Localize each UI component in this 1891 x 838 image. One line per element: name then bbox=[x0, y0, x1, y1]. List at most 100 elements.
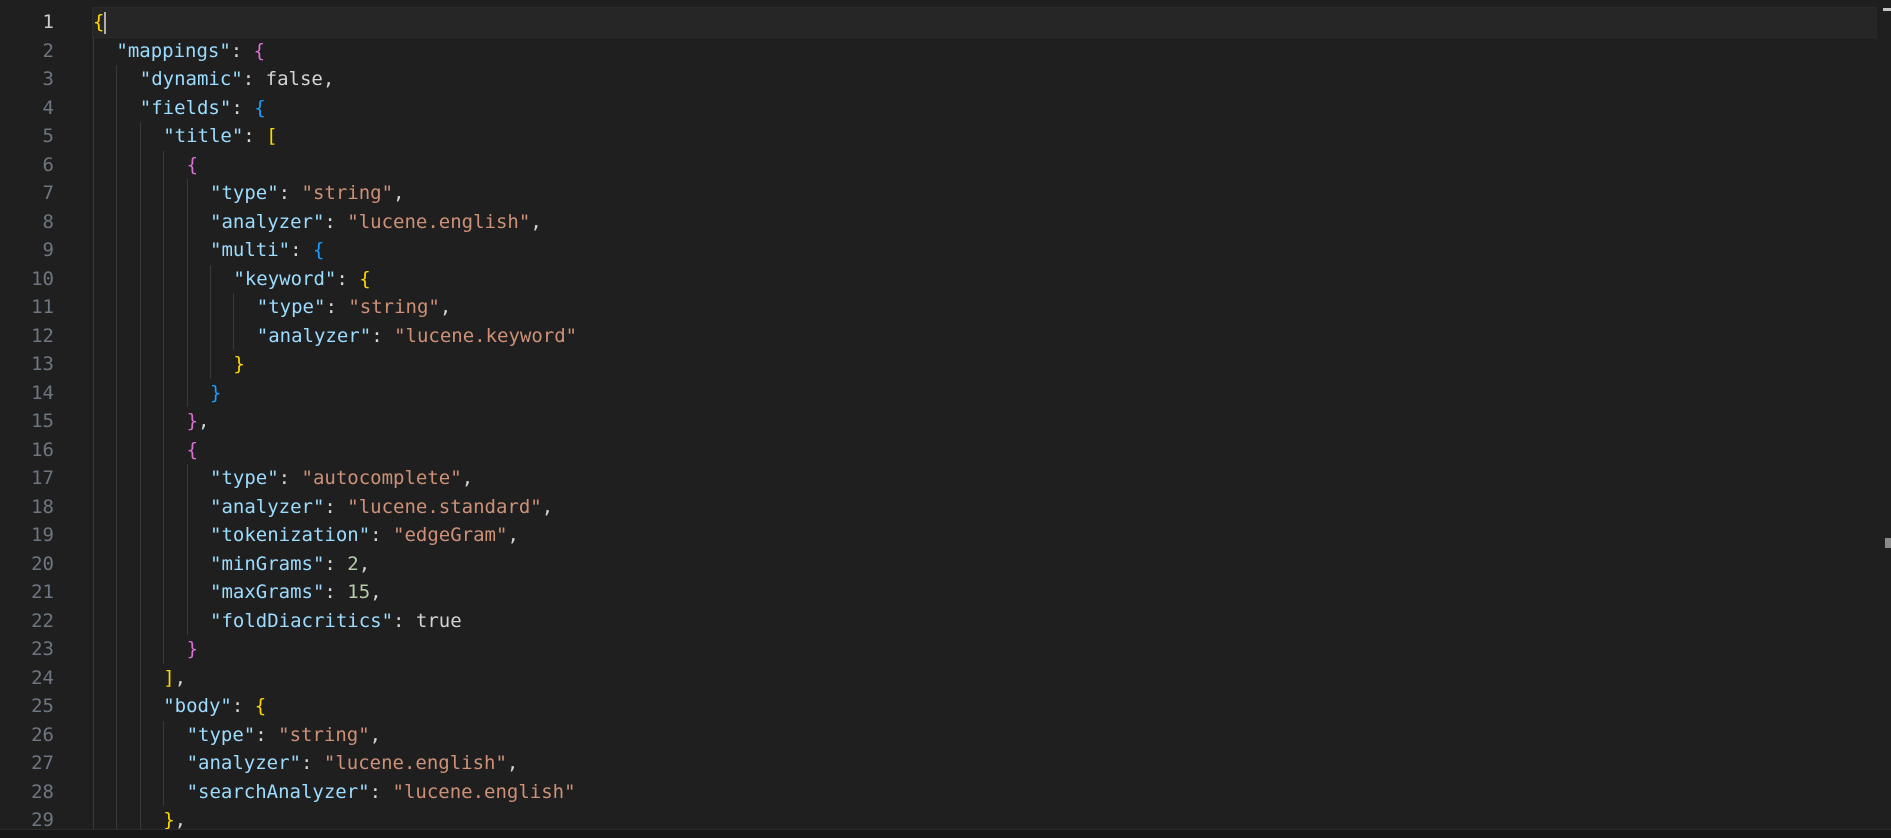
code-line[interactable]: "keyword": { bbox=[93, 264, 1891, 293]
code-line[interactable]: } bbox=[93, 350, 1891, 379]
indent-guide bbox=[139, 207, 141, 236]
code-line[interactable]: { bbox=[93, 435, 1891, 464]
code-line[interactable]: "type": "string", bbox=[93, 720, 1891, 749]
indent-guide bbox=[186, 549, 188, 578]
code-token: { bbox=[93, 11, 105, 33]
indent-guide bbox=[163, 635, 165, 664]
code-line-content: { bbox=[93, 439, 198, 461]
code-line[interactable]: ], bbox=[93, 663, 1891, 692]
indent-guide bbox=[93, 521, 94, 550]
indent-guide bbox=[163, 207, 165, 236]
indent-guide bbox=[116, 464, 118, 493]
code-line[interactable]: "multi": { bbox=[93, 236, 1891, 265]
code-editor[interactable]: 1 2 3 4 5 6 7 8 9 10 11 12 13 14 15 16 17 18 19 20 21 22 23 24 2… bbox=[0, 0, 1891, 838]
code-line-content: { bbox=[93, 154, 198, 176]
indent-guide bbox=[163, 264, 165, 293]
code-line-content: "analyzer": "lucene.english", bbox=[93, 211, 542, 233]
indent-guide bbox=[116, 321, 118, 350]
code-area[interactable]: { "mappings": {"dynamic": false, "fields":… bbox=[92, 7, 1891, 835]
vertical-scrollbar[interactable] bbox=[1877, 0, 1891, 830]
code-line-content: "keyword": { bbox=[93, 268, 370, 290]
code-token: [ bbox=[266, 125, 278, 147]
code-token: "analyzer" bbox=[256, 324, 372, 347]
code-line[interactable]: "analyzer": "lucene.english", bbox=[93, 749, 1891, 778]
code-token: : bbox=[325, 296, 349, 318]
indent-guide bbox=[116, 122, 118, 151]
code-line[interactable]: "tokenization": "edgeGram", bbox=[93, 521, 1891, 550]
code-line[interactable]: "searchAnalyzer": "lucene.english" bbox=[93, 777, 1891, 806]
code-line[interactable]: "body": { bbox=[93, 692, 1891, 721]
indent-guide bbox=[93, 749, 94, 778]
indent-guide bbox=[163, 179, 165, 208]
indent-guide bbox=[139, 549, 141, 578]
code-token: , bbox=[198, 410, 210, 432]
code-line[interactable]: "title": [ bbox=[93, 122, 1891, 151]
scrollbar-thumb[interactable] bbox=[1885, 538, 1891, 548]
code-token: { bbox=[186, 438, 199, 461]
code-token: { bbox=[254, 96, 266, 119]
indent-guide bbox=[139, 179, 141, 208]
indent-guide bbox=[186, 207, 188, 236]
indent-guide bbox=[163, 777, 165, 806]
code-line-content: "analyzer": "lucene.english", bbox=[93, 752, 519, 774]
indent-guide bbox=[93, 321, 94, 350]
code-token: , bbox=[174, 809, 187, 831]
code-line[interactable]: "dynamic": false, bbox=[93, 65, 1891, 94]
code-line[interactable]: "type": "string", bbox=[93, 179, 1891, 208]
code-line[interactable]: "analyzer": "lucene.keyword" bbox=[93, 321, 1891, 350]
code-line[interactable]: }, bbox=[93, 407, 1891, 436]
code-token: "autocomplete" bbox=[301, 467, 462, 489]
line-number: 23 bbox=[31, 638, 54, 660]
indent-guide bbox=[186, 492, 188, 521]
code-line-content: "tokenization": "edgeGram", bbox=[93, 524, 519, 546]
code-line[interactable]: "maxGrams": 15, bbox=[93, 578, 1891, 607]
code-token: : bbox=[230, 39, 254, 62]
line-number: 9 bbox=[42, 239, 54, 261]
code-line[interactable]: } bbox=[93, 635, 1891, 664]
code-line[interactable]: "minGrams": 2, bbox=[93, 549, 1891, 578]
code-token: "maxGrams" bbox=[210, 581, 325, 603]
line-number-gutter: 1 2 3 4 5 6 7 8 9 10 11 12 13 14 15 16 17 18 19 20 21 22 23 24 2… bbox=[0, 8, 80, 835]
indent-guide bbox=[186, 606, 188, 635]
code-line[interactable]: "mappings": { bbox=[93, 36, 1891, 65]
code-token: , bbox=[369, 723, 382, 746]
indent-guide bbox=[93, 663, 94, 692]
code-line[interactable]: "fields": { bbox=[93, 93, 1891, 122]
code-line[interactable]: "analyzer": "lucene.english", bbox=[93, 207, 1891, 236]
code-token: "body" bbox=[163, 695, 232, 717]
code-line[interactable]: "foldDiacritics": true bbox=[93, 606, 1891, 635]
code-line[interactable]: "type": "autocomplete", bbox=[93, 464, 1891, 493]
indent-guide bbox=[116, 293, 118, 322]
indent-guide bbox=[210, 293, 211, 322]
code-line[interactable]: { bbox=[93, 150, 1891, 179]
indent-guide bbox=[186, 578, 188, 607]
code-token: "type" bbox=[210, 467, 279, 489]
line-number: 10 bbox=[31, 267, 54, 290]
indent-guide bbox=[233, 321, 235, 350]
indent-guide bbox=[116, 492, 118, 521]
code-token: , bbox=[461, 467, 474, 489]
code-token: "minGrams" bbox=[210, 552, 325, 575]
code-token: } bbox=[233, 353, 245, 375]
code-line[interactable]: "analyzer": "lucene.standard", bbox=[93, 492, 1891, 521]
code-token: , bbox=[530, 210, 542, 233]
code-token: "searchAnalyzer" bbox=[186, 780, 370, 803]
code-token: "analyzer" bbox=[210, 210, 325, 233]
code-line[interactable]: { bbox=[92, 7, 1891, 38]
indent-guide bbox=[163, 464, 165, 493]
code-token: "analyzer" bbox=[210, 495, 325, 518]
indent-guide bbox=[116, 692, 118, 721]
line-number: 5 bbox=[42, 125, 54, 147]
indent-guide bbox=[116, 179, 118, 208]
code-token: , bbox=[439, 296, 452, 318]
indent-guide bbox=[93, 264, 94, 293]
indent-guide bbox=[116, 777, 118, 806]
indent-guide bbox=[93, 378, 94, 407]
indent-guide bbox=[93, 435, 94, 464]
code-line[interactable]: "type": "string", bbox=[93, 293, 1891, 322]
indent-guide bbox=[233, 293, 235, 322]
code-token: : bbox=[371, 324, 395, 347]
indent-guide bbox=[93, 36, 94, 65]
code-line[interactable]: } bbox=[93, 378, 1891, 407]
code-token: "multi" bbox=[210, 239, 291, 261]
